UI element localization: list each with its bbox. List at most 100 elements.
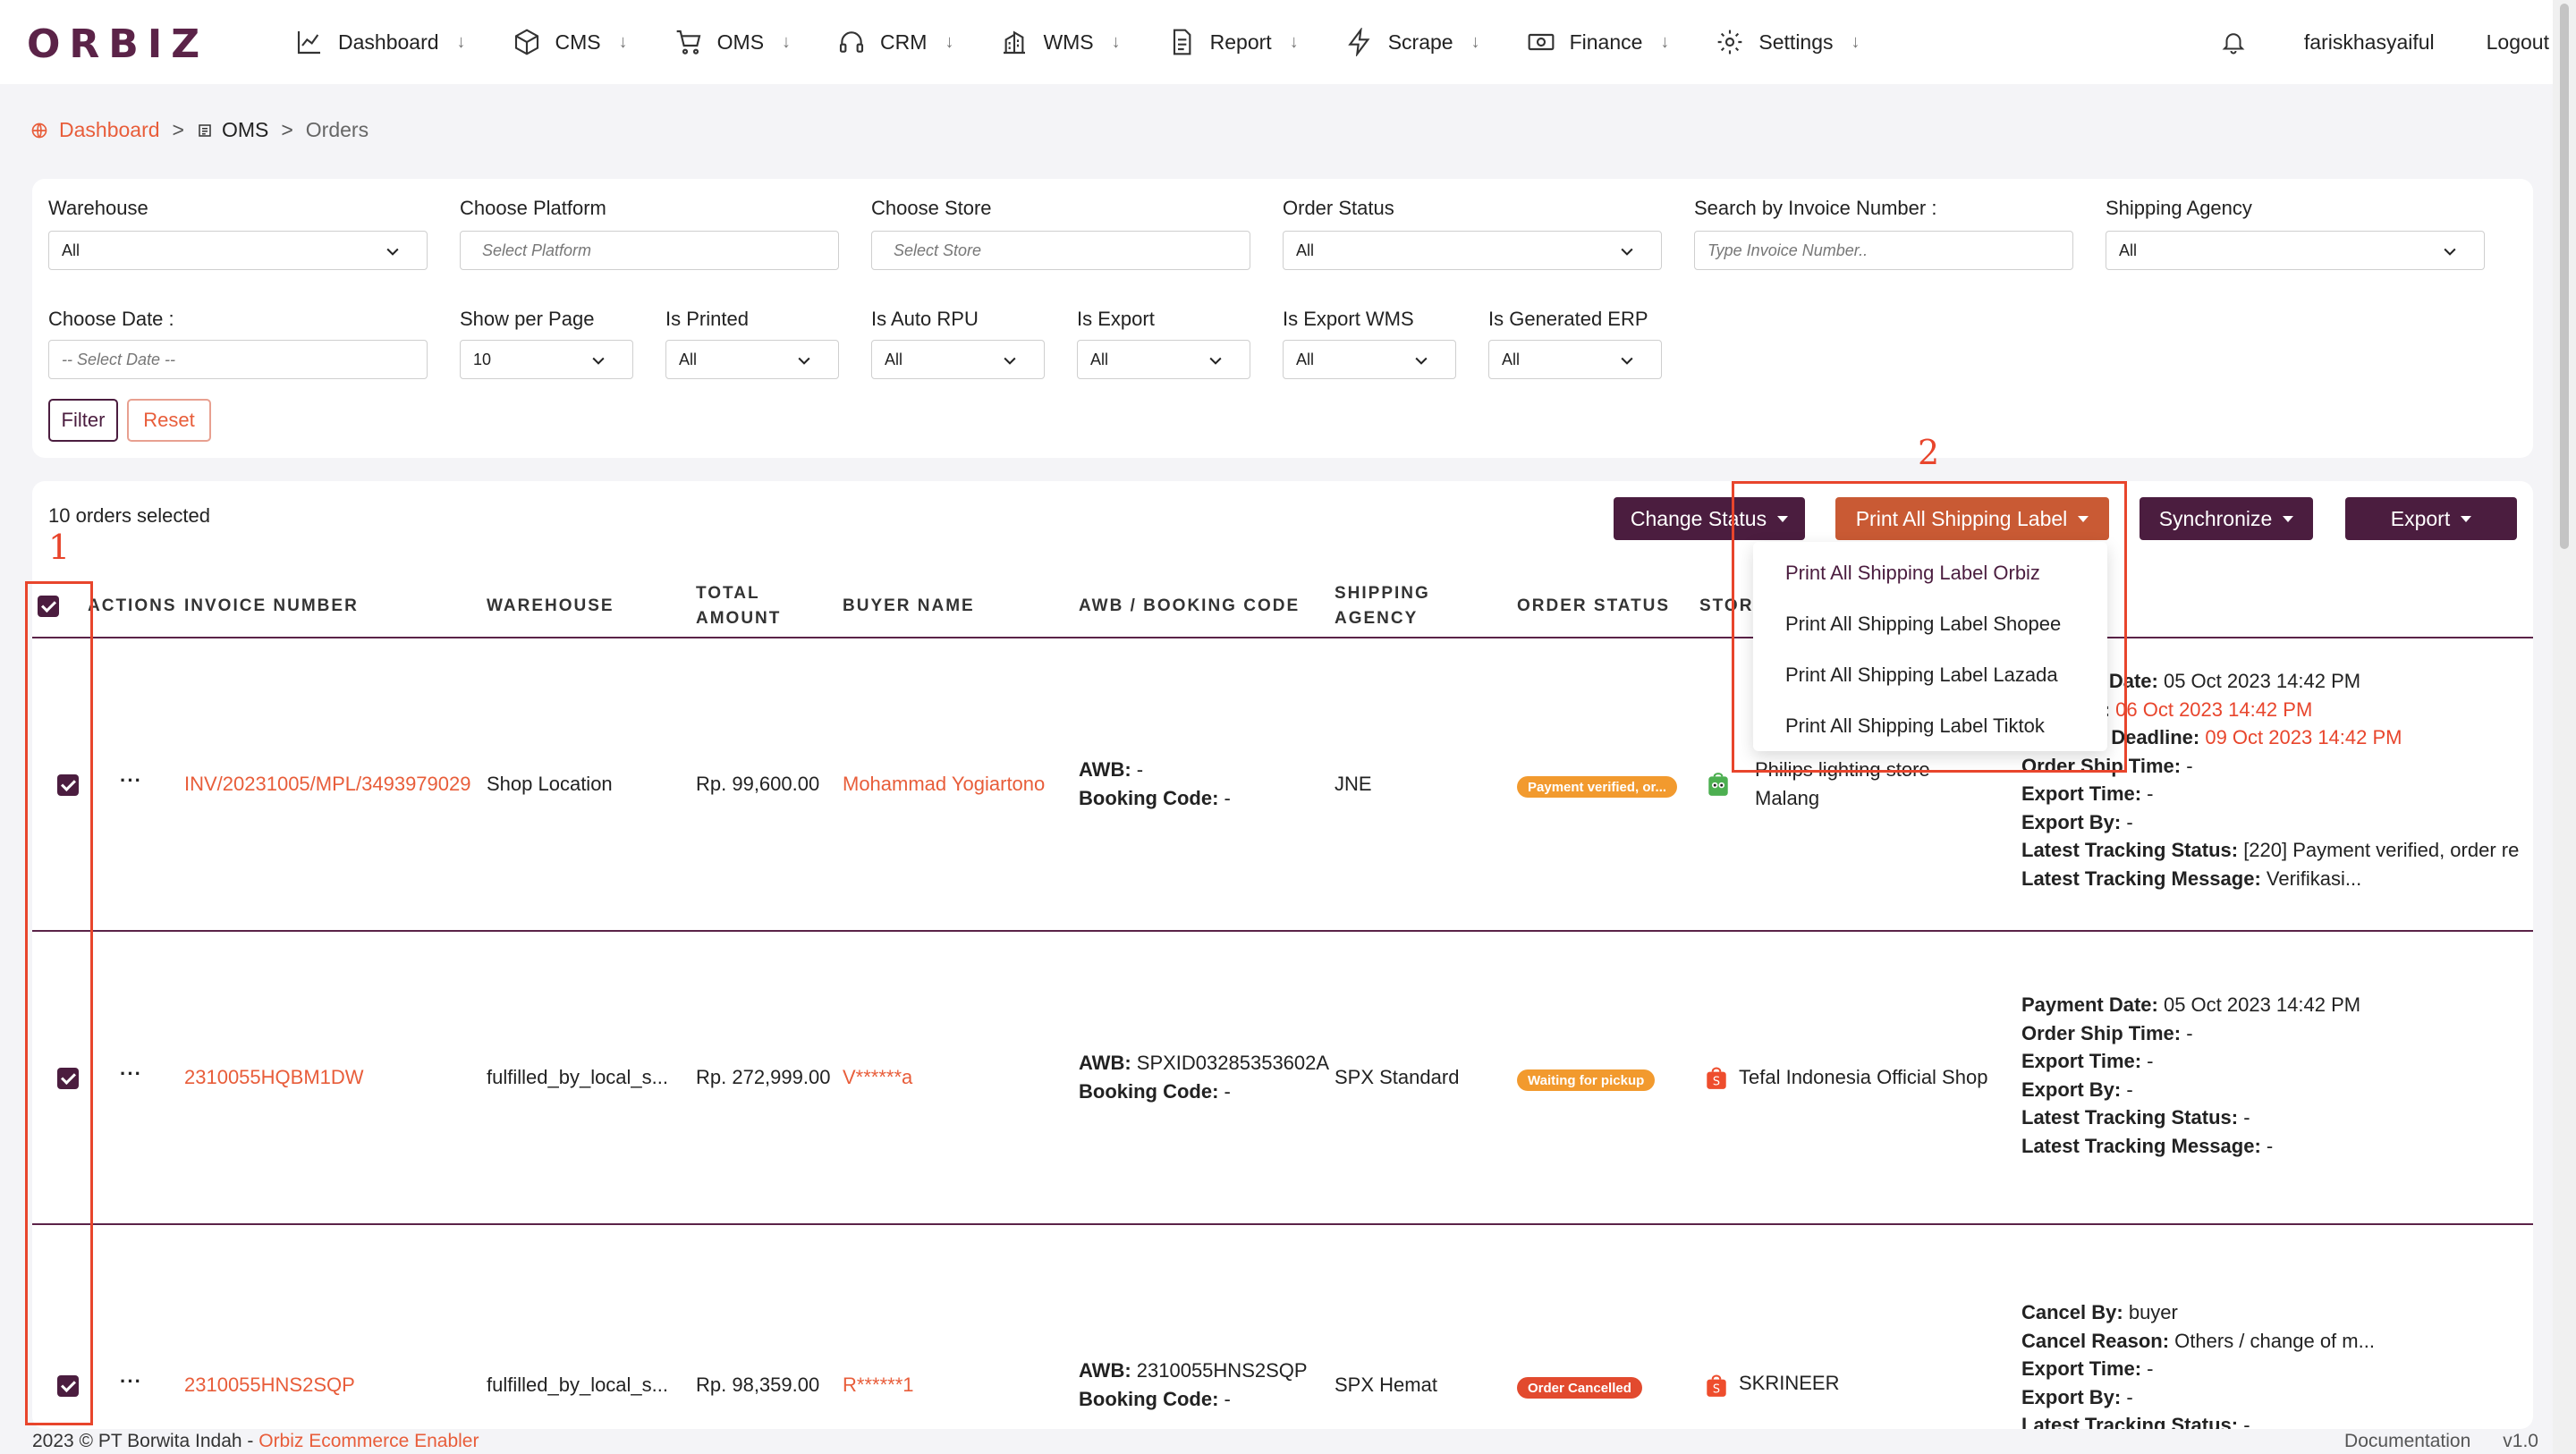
awb-label: AWB: (1079, 758, 1131, 781)
documentation-link[interactable]: Documentation (2344, 1431, 2470, 1451)
bolt-icon (1347, 28, 1370, 56)
col-agency-line2: AGENCY (1335, 609, 1419, 628)
order-detail-line: Cancel Reason: Others / change of m... (2021, 1327, 2375, 1356)
col-shipping-agency[interactable]: SHIPPING AGENCY (1335, 581, 1430, 631)
nav-item-dashboard[interactable]: Dashboard ↓ (295, 0, 486, 84)
total-amount-cell: Rp. 272,999.00 (696, 1066, 831, 1088)
nav-user-area: fariskhasyaiful Logout (2220, 0, 2549, 84)
booking-value: - (1218, 1080, 1231, 1103)
shipping-agency-value: All (2119, 241, 2138, 259)
nav-item-wms[interactable]: WMS ↓ (1000, 0, 1140, 84)
is-printed-label: Is Printed (665, 308, 749, 330)
page-scrollbar[interactable] (2553, 0, 2576, 1454)
store-name: SKRINEER (1739, 1372, 1840, 1394)
is-export-wms-label: Is Export WMS (1283, 308, 1414, 330)
invoice-search-input[interactable]: Type Invoice Number.. (1694, 231, 2073, 270)
order-detail-line: Latest Tracking Message: Verifikasi... (2021, 865, 2519, 893)
nav-item-crm[interactable]: CRM ↓ (837, 0, 973, 84)
chevron-down-icon (798, 357, 810, 365)
is-printed-select[interactable]: All (665, 340, 839, 379)
detail-value: - (2238, 1414, 2250, 1429)
total-amount-cell: Rp. 99,600.00 (696, 773, 820, 795)
col-warehouse[interactable]: WAREHOUSE (487, 594, 614, 619)
awb-value: - (1131, 758, 1144, 781)
detail-value: - (2260, 1134, 2274, 1157)
detail-value: - (2181, 1021, 2193, 1044)
order-status-select[interactable]: All (1283, 231, 1662, 270)
order-detail-line: Export Time: - (2021, 1355, 2375, 1383)
is-export-label: Is Export (1077, 308, 1155, 330)
row-divider (32, 930, 2533, 932)
detail-label: Latest Tracking Status: (2021, 839, 2239, 861)
detail-label: Cancel By: (2021, 1301, 2123, 1323)
is-printed-value: All (679, 350, 698, 368)
username[interactable]: fariskhasyaiful (2304, 30, 2435, 55)
is-export-wms-value: All (1296, 350, 1315, 368)
nav-item-cms[interactable]: CMS ↓ (513, 0, 648, 84)
order-detail-line: Export By: - (2021, 1383, 2375, 1412)
order-detail-line: Latest Tracking Status: - (2021, 1411, 2375, 1429)
col-invoice-number[interactable]: INVOICE NUMBER (184, 594, 359, 619)
row-actions-menu[interactable]: ··· (120, 1370, 142, 1393)
orbiz-logo[interactable]: ORBIZ (27, 21, 208, 67)
col-total-amount[interactable]: TOTAL AMOUNT (696, 581, 781, 631)
nav-item-finance[interactable]: Finance ↓ (1527, 0, 1690, 84)
filter-button[interactable]: Filter (48, 399, 118, 442)
chevron-down-icon (1621, 357, 1633, 365)
awb-value: SPXID03285353602A (1131, 1052, 1330, 1074)
date-label: Choose Date : (48, 308, 174, 330)
shipping-agency-select[interactable]: All (2106, 231, 2485, 270)
arrow-down-icon: ↓ (1289, 31, 1299, 52)
booking-value: - (1218, 1388, 1231, 1410)
caret-down-icon (2461, 515, 2472, 522)
col-awb-booking[interactable]: AWB / BOOKING CODE (1079, 594, 1300, 619)
breadcrumb-oms[interactable]: OMS (222, 118, 268, 142)
col-order-status[interactable]: ORDER STATUS (1517, 594, 1670, 619)
annotation-box-2 (1732, 481, 2127, 773)
bell-icon[interactable] (2220, 29, 2247, 55)
nav-item-scrape[interactable]: Scrape ↓ (1345, 0, 1500, 84)
booking-cell: Booking Code: - (1079, 1080, 1231, 1103)
nav-item-report[interactable]: Report ↓ (1167, 0, 1318, 84)
detail-label: Latest Tracking Status: (2021, 1414, 2239, 1429)
logout-link[interactable]: Logout (2487, 30, 2549, 55)
buyer-name-link[interactable]: V******a (843, 1066, 912, 1089)
reset-button[interactable]: Reset (127, 399, 211, 442)
invoice-link[interactable]: 2310055HQBM1DW (184, 1066, 364, 1089)
synchronize-button[interactable]: Synchronize (2140, 497, 2313, 540)
agency-cell: SPX Hemat (1335, 1374, 1437, 1396)
detail-value: 06 Oct 2023 14:42 PM (2110, 697, 2313, 721)
export-button[interactable]: Export (2345, 497, 2517, 540)
annotation-number-1: 1 (48, 528, 71, 567)
invoice-link[interactable]: 2310055HNS2SQP (184, 1374, 355, 1397)
col-buyer-name[interactable]: BUYER NAME (843, 594, 975, 619)
is-generated-erp-select[interactable]: All (1488, 340, 1662, 379)
platform-select[interactable]: Select Platform (460, 231, 839, 270)
detail-value: buyer (2123, 1301, 2178, 1323)
is-auto-rpu-label: Is Auto RPU (871, 308, 979, 330)
buyer-name-link[interactable]: Mohammad Yogiartono (843, 773, 1045, 796)
is-export-wms-select[interactable]: All (1283, 340, 1456, 379)
row-actions-menu[interactable]: ··· (120, 1062, 142, 1086)
booking-label: Booking Code: (1079, 1388, 1219, 1410)
detail-value: - (2238, 1106, 2250, 1129)
nav-item-oms[interactable]: OMS ↓ (674, 0, 810, 84)
chevron-down-icon (1621, 248, 1633, 256)
nav-item-settings[interactable]: Settings ↓ (1716, 0, 1879, 84)
is-export-select[interactable]: All (1077, 340, 1250, 379)
shipping-agency-label: Shipping Agency (2106, 197, 2252, 219)
scrollbar-thumb[interactable] (2560, 4, 2569, 549)
orbiz-link[interactable]: Orbiz Ecommerce Enabler (258, 1431, 479, 1451)
order-details-block: Cancel By: buyer Cancel Reason: Others / … (2021, 1298, 2375, 1429)
row-actions-menu[interactable]: ··· (120, 769, 142, 792)
per-page-select[interactable]: 10 (460, 340, 633, 379)
order-detail-line: Export By: - (2021, 1076, 2360, 1104)
date-picker[interactable]: -- Select Date -- (48, 340, 428, 379)
store-select[interactable]: Select Store (871, 231, 1250, 270)
total-amount-cell: Rp. 98,359.00 (696, 1374, 820, 1396)
invoice-link[interactable]: INV/20231005/MPL/3493979029 (184, 773, 470, 796)
is-auto-rpu-select[interactable]: All (871, 340, 1045, 379)
breadcrumb-dashboard[interactable]: Dashboard (59, 118, 160, 142)
warehouse-select[interactable]: All (48, 231, 428, 270)
buyer-name-link[interactable]: R******1 (843, 1374, 914, 1397)
